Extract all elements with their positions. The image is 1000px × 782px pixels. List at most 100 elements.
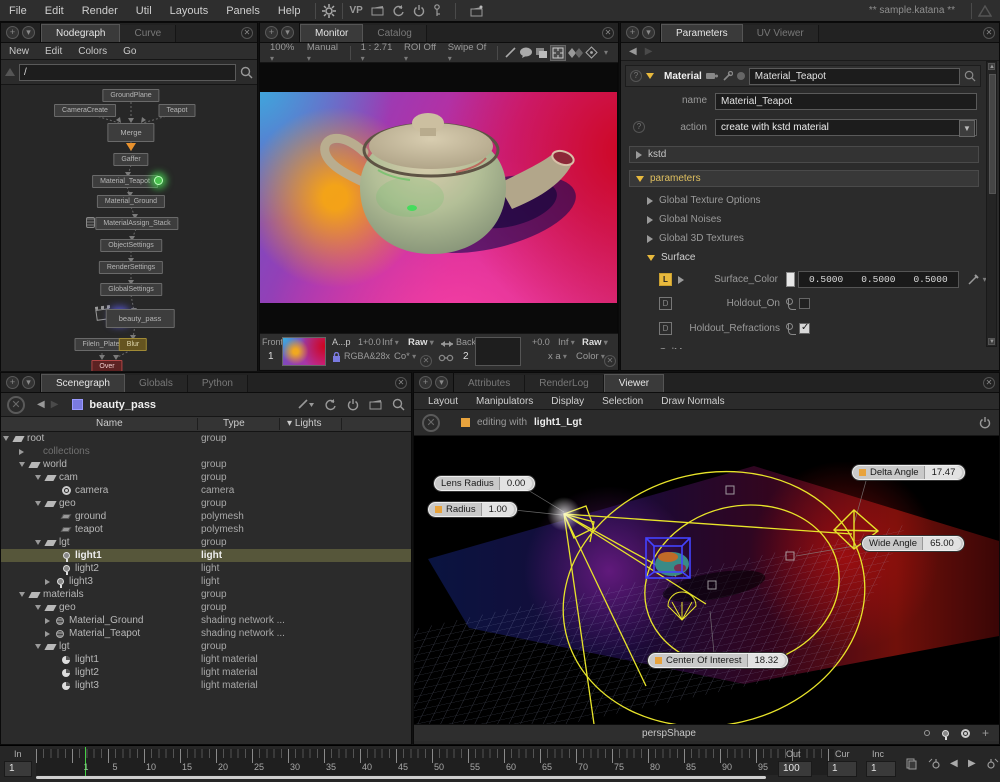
- tag-icon[interactable]: [706, 72, 718, 80]
- table-row[interactable]: groundpolymesh: [1, 510, 411, 523]
- menu-display[interactable]: Display: [543, 393, 592, 409]
- close-icon[interactable]: ✕: [395, 377, 407, 389]
- menu-new[interactable]: New: [1, 43, 37, 59]
- default-flag-badge[interactable]: D: [659, 322, 672, 335]
- badge-center-of-interest[interactable]: Center Of Interest18.32: [648, 653, 788, 668]
- tab-uv-viewer[interactable]: UV Viewer: [743, 25, 819, 42]
- tab-renderlog[interactable]: RenderLog: [525, 375, 603, 392]
- key-icon[interactable]: [433, 4, 441, 17]
- eyedropper-icon[interactable]: [967, 274, 979, 286]
- expand-open-icon[interactable]: [646, 73, 654, 79]
- close-icon[interactable]: ✕: [241, 27, 253, 39]
- node-groundplane[interactable]: GroundPlane: [102, 89, 159, 102]
- roi-dropdown[interactable]: ROI Off: [400, 42, 442, 64]
- camera-icon[interactable]: [961, 729, 970, 738]
- help-icon[interactable]: ?: [633, 121, 645, 133]
- node-materialassign-stack[interactable]: MaterialAssign_Stack: [95, 217, 178, 230]
- menu-edit[interactable]: Edit: [36, 0, 73, 22]
- power-icon[interactable]: [347, 399, 359, 411]
- crosshair-diamond-icon[interactable]: [585, 46, 598, 59]
- aspect-dropdown[interactable]: 1 : 2.71: [357, 42, 398, 64]
- table-row[interactable]: light2light: [1, 562, 411, 575]
- color-swatch[interactable]: [786, 272, 795, 287]
- dot-icon[interactable]: [737, 72, 745, 80]
- close-icon[interactable]: ✕: [983, 377, 995, 389]
- inc-field[interactable]: 1: [866, 761, 896, 777]
- help-icon[interactable]: ?: [630, 70, 642, 82]
- table-row[interactable]: worldgroup: [1, 458, 411, 471]
- action-select[interactable]: create with kstd material: [715, 119, 977, 136]
- clear-front-icon[interactable]: ✕: [420, 355, 432, 367]
- probe-options-caret[interactable]: [600, 47, 612, 58]
- node-material-ground[interactable]: Material_Ground: [97, 195, 165, 208]
- key-prev-icon[interactable]: [928, 758, 941, 770]
- table-row-selected[interactable]: light1light: [1, 549, 411, 562]
- front-exposure[interactable]: 1+0.0: [358, 337, 381, 347]
- power-icon[interactable]: [979, 417, 991, 429]
- refresh-icon[interactable]: [324, 399, 337, 411]
- front-inf-dropdown[interactable]: Inf: [382, 337, 399, 348]
- name-value-field[interactable]: Material_Teapot: [715, 93, 977, 110]
- holdout-refractions-checkbox[interactable]: [799, 323, 810, 334]
- in-field[interactable]: 1: [4, 761, 32, 777]
- front-thumbnail[interactable]: [282, 337, 326, 366]
- expand-closed-icon[interactable]: [678, 276, 684, 284]
- group-global-3d-textures[interactable]: Global 3D Textures: [647, 233, 744, 244]
- swipe-dropdown[interactable]: Swipe Of: [444, 42, 491, 64]
- menu-layout[interactable]: Layout: [420, 393, 466, 409]
- holdout-on-row[interactable]: D Holdout_On: [659, 297, 810, 310]
- clear-view-icon[interactable]: ✕: [7, 396, 25, 414]
- panel-menu-icon[interactable]: ▾: [22, 376, 35, 389]
- render-slate-icon[interactable]: [470, 5, 484, 17]
- out-field[interactable]: 100: [778, 761, 812, 777]
- menu-draw-normals[interactable]: Draw Normals: [653, 393, 732, 409]
- menu-layouts[interactable]: Layouts: [161, 0, 218, 22]
- table-row[interactable]: lgtgroup: [1, 640, 411, 653]
- swap-arrows-icon[interactable]: [438, 340, 456, 348]
- tab-python[interactable]: Python: [188, 375, 248, 392]
- vp-toggle[interactable]: VP: [349, 5, 362, 16]
- timeline-scrollbar[interactable]: [36, 776, 766, 779]
- back-raw-dropdown[interactable]: Raw: [582, 337, 608, 348]
- slate-icon[interactable]: [371, 5, 384, 16]
- group-surface[interactable]: Surface: [647, 252, 695, 263]
- group-global-noises[interactable]: Global Noises: [647, 214, 721, 225]
- panel-add-icon[interactable]: +: [265, 26, 278, 39]
- surface-color-row[interactable]: L Surface_Color 0.50000.50000.5000: [659, 271, 991, 288]
- menu-selection[interactable]: Selection: [594, 393, 651, 409]
- menu-go[interactable]: Go: [115, 43, 144, 59]
- column-type[interactable]: Type: [223, 418, 245, 429]
- close-icon[interactable]: ✕: [983, 27, 995, 39]
- link-icon[interactable]: [438, 354, 454, 362]
- frame-ruler[interactable]: 1 5 10 15 20 25 30 35 40 45 50 55 60 65 …: [36, 749, 834, 775]
- node-graph-canvas[interactable]: GroundPlane CameraCreate Teapot Merge Ga…: [1, 84, 257, 371]
- scrollbar-vertical[interactable]: ▲ ▼: [986, 61, 997, 347]
- table-row[interactable]: camgroup: [1, 471, 411, 484]
- edit-flag-green-icon[interactable]: [154, 176, 163, 185]
- monitor-canvas[interactable]: [260, 63, 618, 333]
- scroll-down-icon[interactable]: ▼: [988, 338, 995, 345]
- table-row[interactable]: light3light: [1, 575, 411, 588]
- close-icon[interactable]: ✕: [602, 27, 614, 39]
- crosshair-box-icon[interactable]: [550, 45, 566, 61]
- panel-add-icon[interactable]: +: [626, 26, 639, 39]
- pencil-dropdown-icon[interactable]: [298, 399, 314, 410]
- panel-add-icon[interactable]: +: [6, 26, 19, 39]
- back-inf-dropdown[interactable]: Inf: [558, 337, 575, 348]
- badge-wide-angle[interactable]: Wide Angle65.00: [862, 536, 964, 551]
- back-thumbnail[interactable]: [475, 337, 521, 366]
- back-icon[interactable]: ◀: [629, 46, 637, 57]
- panel-add-icon[interactable]: +: [6, 376, 19, 389]
- cur-field[interactable]: 1: [827, 761, 857, 777]
- search-icon[interactable]: [964, 70, 976, 82]
- back-color-dropdown[interactable]: Color: [576, 351, 605, 362]
- zoom-dropdown[interactable]: 100%: [266, 42, 301, 64]
- light-icon[interactable]: [942, 730, 949, 737]
- menu-edit-ng[interactable]: Edit: [37, 43, 70, 59]
- pixel-probe-icon[interactable]: [568, 47, 583, 59]
- scroll-thumb[interactable]: [989, 74, 996, 194]
- node-material-teapot[interactable]: Material_Teapot: [92, 175, 158, 188]
- menu-manipulators[interactable]: Manipulators: [468, 393, 541, 409]
- node-search-input[interactable]: [19, 64, 236, 81]
- surface-color-values[interactable]: 0.50000.50000.5000: [798, 271, 959, 288]
